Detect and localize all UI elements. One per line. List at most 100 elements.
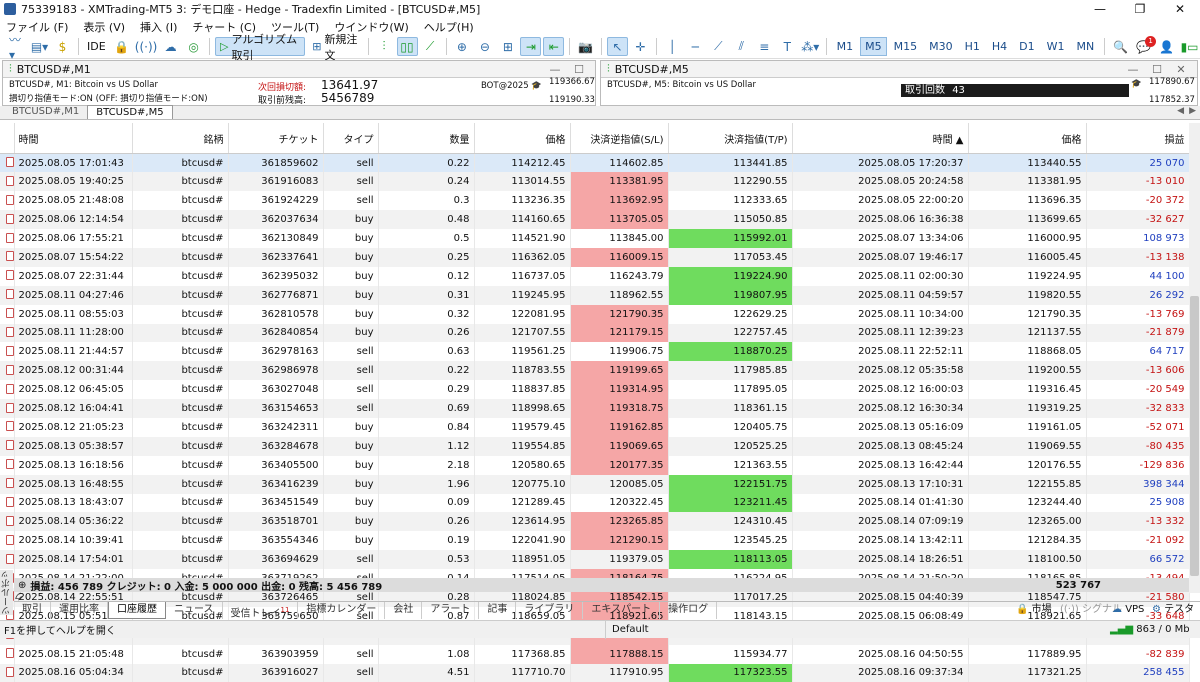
zoom-in-icon[interactable]: ⊕	[451, 37, 472, 56]
chart-type-icon[interactable]: 〰▾	[6, 37, 27, 56]
timeframe-h1[interactable]: H1	[960, 37, 985, 56]
chart-area[interactable]: BTCUSD#, M1: Bitcoin vs US Dollar 損切り指値モ…	[3, 78, 595, 106]
tab-calendar[interactable]: 指標カレンダー	[298, 602, 385, 619]
tab-journal[interactable]: 操作ログ	[660, 602, 717, 619]
table-row[interactable]: 2025.08.14 17:54:01btcusd#363694629sell0…	[0, 550, 1189, 569]
menu-view[interactable]: 表示 (V)	[83, 19, 125, 35]
table-row[interactable]: 2025.08.12 00:31:44btcusd#362986978sell0…	[0, 361, 1189, 380]
connection-icon[interactable]: ▮▭	[1179, 37, 1200, 56]
timeframe-d1[interactable]: D1	[1014, 37, 1039, 56]
timeframe-mn[interactable]: MN	[1072, 37, 1100, 56]
chart-window-m5[interactable]: ⫶ BTCUSD#,M5 — ☐ ✕ BTCUSD#, M5: Bitcoin …	[600, 60, 1198, 106]
table-row[interactable]: 2025.08.11 21:44:57btcusd#362978163sell0…	[0, 342, 1189, 361]
table-row[interactable]: 2025.08.14 10:39:41btcusd#363554346buy0.…	[0, 531, 1189, 550]
search-icon[interactable]: 🔍	[1110, 37, 1131, 56]
column-header-close-price[interactable]: 価格	[968, 123, 1086, 154]
summary-plus-icon[interactable]: ⊕	[18, 580, 26, 591]
column-header-ticket[interactable]: チケット	[228, 123, 323, 154]
column-header-price[interactable]: 価格	[474, 123, 570, 154]
table-row[interactable]: 2025.08.06 12:14:54btcusd#362037634buy0.…	[0, 210, 1189, 229]
table-row[interactable]: 2025.08.05 19:40:25btcusd#361916083sell0…	[0, 172, 1189, 191]
chart-window-m1[interactable]: ⫶ BTCUSD#,M1 — ☐ BTCUSD#, M1: Bitcoin vs…	[2, 60, 596, 106]
timeframe-h4[interactable]: H4	[987, 37, 1012, 56]
vps-icon[interactable]: ◎	[183, 37, 204, 56]
tab-news[interactable]: ニュース	[166, 602, 223, 619]
algo-trading-button[interactable]: ▷アルゴリズム取引	[215, 37, 305, 56]
timeframe-m30[interactable]: M30	[924, 37, 958, 56]
autoscroll-icon[interactable]: ⇥	[520, 37, 541, 56]
table-row[interactable]: 2025.08.12 06:45:05btcusd#363027048sell0…	[0, 380, 1189, 399]
chart-maximize-button[interactable]: ☐	[567, 61, 591, 78]
new-order-button[interactable]: ⊞新規注文	[307, 37, 363, 56]
column-header-symbol[interactable]: 銘柄	[132, 123, 228, 154]
horizontal-line-icon[interactable]: ─	[685, 37, 706, 56]
channel-icon[interactable]: ⫽	[731, 37, 752, 56]
tab-history[interactable]: 口座履歴	[108, 602, 166, 619]
column-header-profit[interactable]: 損益	[1086, 123, 1189, 154]
ide-button[interactable]: IDE	[84, 37, 109, 56]
chart-shift-icon[interactable]: ⇤	[543, 37, 564, 56]
table-row[interactable]: 2025.08.13 05:38:57btcusd#363284678buy1.…	[0, 437, 1189, 456]
templates-icon[interactable]: ▤▾	[29, 37, 50, 56]
timeframe-m5[interactable]: M5	[860, 37, 887, 56]
table-row[interactable]: 2025.08.07 22:31:44btcusd#362395032buy0.…	[0, 267, 1189, 286]
timeframe-m1[interactable]: M1	[832, 37, 859, 56]
maximize-button[interactable]: ❐	[1120, 0, 1160, 18]
candlestick-icon[interactable]: ▯▯	[397, 37, 418, 56]
chart-maximize-button[interactable]: ☐	[1145, 61, 1169, 78]
trendline-icon[interactable]: ⟋	[708, 37, 729, 56]
toolbox-side-label[interactable]: ツールボックス	[0, 570, 13, 615]
table-row[interactable]: 2025.08.07 15:54:22btcusd#362337641buy0.…	[0, 248, 1189, 267]
close-button[interactable]: ✕	[1160, 0, 1200, 18]
table-row[interactable]: 2025.08.16 05:04:34btcusd#363916027sell4…	[0, 664, 1189, 682]
cursor-icon[interactable]: ↖	[607, 37, 628, 56]
chart-tab-m1[interactable]: BTCUSD#,M1	[4, 105, 87, 119]
column-header-stop-loss[interactable]: 決済逆指値(S/L)	[570, 123, 668, 154]
chart-tab-m5[interactable]: BTCUSD#,M5	[87, 105, 172, 119]
column-header-open-time[interactable]: 時間	[14, 123, 132, 154]
text-icon[interactable]: T	[777, 37, 798, 56]
table-row[interactable]: 2025.08.12 16:04:41btcusd#363154653sell0…	[0, 399, 1189, 418]
cloud-icon[interactable]: ☁	[160, 37, 181, 56]
table-row[interactable]: 2025.08.05 17:01:43btcusd#361859602sell0…	[0, 154, 1189, 173]
vertical-line-icon[interactable]: │	[662, 37, 683, 56]
timeframe-m15[interactable]: M15	[889, 37, 923, 56]
table-row[interactable]: 2025.08.14 05:36:22btcusd#363518701buy0.…	[0, 512, 1189, 531]
column-header-type[interactable]: タイプ	[323, 123, 378, 154]
fibonacci-icon[interactable]: ≡	[754, 37, 775, 56]
table-row[interactable]: 2025.08.13 16:48:55btcusd#363416239buy1.…	[0, 475, 1189, 494]
bar-chart-icon[interactable]: ⫶	[374, 37, 395, 56]
table-row[interactable]: 2025.08.06 17:55:21btcusd#362130849buy0.…	[0, 229, 1189, 248]
status-profile[interactable]: Default	[605, 621, 649, 639]
vps-link[interactable]: ☁ VPS	[1112, 602, 1144, 618]
menu-insert[interactable]: 挿入 (I)	[140, 19, 177, 35]
tab-library[interactable]: ライブラリ	[516, 602, 583, 619]
table-row[interactable]: 2025.08.15 21:05:48btcusd#363903959sell1…	[0, 645, 1189, 664]
market-link[interactable]: 🔒 市場	[1016, 602, 1052, 618]
grid-icon[interactable]: ⊞	[497, 37, 518, 56]
tab-exposure[interactable]: 運用比率	[51, 602, 108, 619]
crosshair-icon[interactable]: ✛	[630, 37, 651, 56]
table-row[interactable]: 2025.08.13 18:43:07btcusd#363451549buy0.…	[0, 494, 1189, 513]
column-header-take-profit[interactable]: 決済指値(T/P)	[668, 123, 792, 154]
shapes-icon[interactable]: ⁂▾	[800, 37, 821, 56]
account-icon[interactable]: 👤	[1156, 37, 1177, 56]
scrollbar-thumb[interactable]	[1190, 296, 1199, 576]
minimize-button[interactable]: —	[1080, 0, 1120, 18]
table-row[interactable]: 2025.08.11 04:27:46btcusd#362776871buy0.…	[0, 286, 1189, 305]
notifications-icon[interactable]: 💬1	[1133, 37, 1154, 56]
table-row[interactable]: 2025.08.05 21:48:08btcusd#361924229sell0…	[0, 191, 1189, 210]
tab-scroll-right-icon[interactable]: ▶	[1189, 106, 1196, 116]
tab-inbox[interactable]: 受信トレイ11	[223, 602, 299, 619]
signal-icon[interactable]: ((·))	[134, 37, 158, 56]
zoom-out-icon[interactable]: ⊖	[474, 37, 495, 56]
chart-minimize-button[interactable]: —	[543, 61, 567, 78]
dollar-icon[interactable]: $	[52, 37, 73, 56]
lock-icon[interactable]: 🔒	[111, 37, 132, 56]
screenshot-icon[interactable]: 📷	[575, 37, 596, 56]
tab-trade[interactable]: 取引	[14, 602, 51, 619]
chart-minimize-button[interactable]: —	[1121, 61, 1145, 78]
tab-company[interactable]: 会社	[385, 602, 422, 619]
table-row[interactable]: 2025.08.13 16:18:56btcusd#363405500buy2.…	[0, 456, 1189, 475]
chart-close-button[interactable]: ✕	[1169, 61, 1193, 78]
